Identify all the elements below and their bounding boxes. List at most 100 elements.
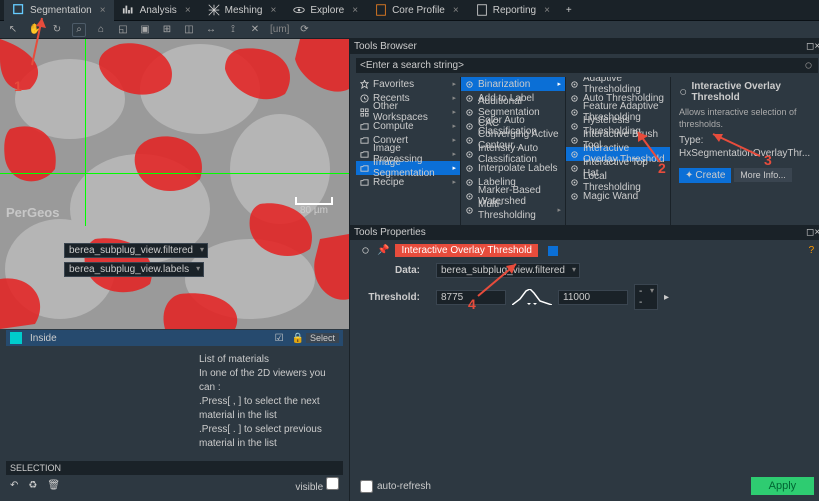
tab-analysis[interactable]: Analysis× <box>114 0 199 21</box>
browser-item[interactable]: Other Workspaces▸ <box>356 105 460 119</box>
gear-icon[interactable] <box>803 60 814 71</box>
browser-item[interactable]: Favorites▸ <box>356 77 460 91</box>
chart-icon <box>122 3 136 17</box>
snap-icon[interactable]: ✕ <box>248 23 262 37</box>
browser-item[interactable]: Multi-Thresholding▸ <box>461 203 565 217</box>
browser-item[interactable]: Intensity Auto Classification <box>461 147 565 161</box>
close-icon[interactable]: × <box>100 5 106 16</box>
gear-icon[interactable] <box>360 245 371 256</box>
data-label: Data: <box>360 265 420 276</box>
refresh-icon[interactable]: ⟳ <box>297 23 311 37</box>
auto-refresh-checkbox[interactable]: auto-refresh <box>360 480 431 493</box>
browser-item[interactable]: Local Thresholding <box>566 175 670 189</box>
item-icon <box>570 150 579 159</box>
trash-icon[interactable]: 🗑 <box>47 480 60 491</box>
color-swatch <box>10 332 22 344</box>
hand-icon[interactable]: ✋ <box>28 23 42 37</box>
close-icon[interactable]: × <box>270 5 276 16</box>
create-button[interactable]: ✦Create <box>679 168 731 183</box>
image-select[interactable]: berea_subplug_view.filtered <box>64 243 208 258</box>
tab-bar: Segmentation× Analysis× Meshing× Explore… <box>0 0 819 21</box>
undo-icon[interactable]: ↶ <box>10 480 18 491</box>
chevron-right-icon[interactable]: ▸ <box>664 292 669 303</box>
close-icon[interactable]: × <box>185 5 191 16</box>
tab-meshing[interactable]: Meshing× <box>199 0 285 21</box>
crosshair-horizontal <box>0 173 349 174</box>
item-icon <box>465 192 474 201</box>
home-icon[interactable]: ⌂ <box>94 23 108 37</box>
output-port[interactable] <box>548 246 558 256</box>
fit-icon[interactable]: ◱ <box>116 23 130 37</box>
tab-explore[interactable]: Explore× <box>284 0 366 21</box>
item-icon <box>360 150 369 159</box>
profile-icon <box>374 3 388 17</box>
item-icon <box>570 80 579 89</box>
threshold-hi-input[interactable] <box>558 290 628 305</box>
data-select[interactable]: berea_subplug_view.filtered <box>436 263 580 278</box>
material-row[interactable]: Inside ☑ 🔒 Select <box>6 330 343 346</box>
dir-icon[interactable]: ↔ <box>204 23 218 37</box>
browser-item[interactable]: Image Segmentation▸ <box>356 161 460 175</box>
rotate-icon[interactable]: ↻ <box>50 23 64 37</box>
visible-label: visible <box>295 482 323 493</box>
close-icon[interactable]: × <box>814 227 819 238</box>
search-input[interactable]: <Enter a search string> <box>356 58 818 73</box>
item-icon <box>360 80 369 89</box>
selection-visible-checkbox[interactable] <box>326 477 339 490</box>
item-icon <box>360 94 369 103</box>
close-icon[interactable]: × <box>544 5 550 16</box>
cube-icon[interactable]: ▣ <box>138 23 152 37</box>
item-icon <box>465 80 474 89</box>
close-icon[interactable]: × <box>352 5 358 16</box>
browser-item[interactable]: Adaptive Thresholding <box>566 77 670 91</box>
item-icon <box>570 164 579 173</box>
segmentation-overlay <box>0 39 349 329</box>
selection-header: SELECTION <box>6 461 343 475</box>
ortho-icon[interactable]: ◫ <box>182 23 196 37</box>
browser-col-1: Favorites▸Recents▸Other Workspaces▸Compu… <box>356 77 461 225</box>
item-icon <box>465 206 474 215</box>
histogram-icon[interactable] <box>512 289 552 305</box>
threshold-mode-select[interactable]: -- <box>634 284 658 310</box>
tab-reporting[interactable]: Reporting× <box>467 0 558 21</box>
point-icon[interactable]: ⟟ <box>226 23 240 37</box>
lock-icon[interactable]: 🔒 <box>292 333 304 344</box>
item-icon <box>465 164 474 173</box>
labelfield-select[interactable]: berea_subplug_view.labels <box>64 262 204 277</box>
item-icon <box>465 136 474 145</box>
apply-button[interactable]: Apply <box>751 477 815 495</box>
cursor-icon[interactable]: ↖ <box>6 23 20 37</box>
item-icon <box>465 94 474 103</box>
unit-label: [um] <box>270 24 289 35</box>
axes-icon[interactable]: ⊞ <box>160 23 174 37</box>
material-name: Inside <box>30 333 255 344</box>
close-icon[interactable]: × <box>814 41 819 52</box>
tab-add[interactable]: + <box>558 0 580 21</box>
item-icon <box>465 150 474 159</box>
close-icon[interactable]: × <box>453 5 459 16</box>
item-icon <box>570 108 579 117</box>
tools-props-title: Tools Properties <box>354 227 426 238</box>
item-icon <box>465 178 474 187</box>
browser-item[interactable]: Interpolate Labels <box>461 161 565 175</box>
item-icon <box>360 122 369 131</box>
tab-coreprofile[interactable]: Core Profile× <box>366 0 467 21</box>
help-icon[interactable]: ? <box>809 245 815 256</box>
module-pill[interactable]: Interactive Overlay Threshold <box>395 244 537 257</box>
browser-item[interactable]: Binarization▸ <box>461 77 565 91</box>
item-icon <box>570 178 579 187</box>
pin-icon[interactable]: 📌 <box>377 245 389 256</box>
item-icon <box>570 136 579 145</box>
threshold-lo-input[interactable] <box>436 290 506 305</box>
tab-segmentation[interactable]: Segmentation× <box>4 0 114 21</box>
more-info-button[interactable]: More Info... <box>734 168 792 182</box>
select-button[interactable]: Select <box>306 333 339 343</box>
viewport[interactable]: 80 µm PerGeos <box>0 39 349 226</box>
item-icon <box>360 136 369 145</box>
zoom-icon[interactable]: ⌕ <box>72 23 86 37</box>
visible-icon[interactable]: ☑ <box>275 333 284 344</box>
gear-icon <box>679 87 687 97</box>
recycle-icon[interactable]: ♻ <box>28 480 37 491</box>
browser-col-3: Adaptive ThresholdingAuto ThresholdingFe… <box>566 77 671 225</box>
browser-col-2: Binarization▸Add to LabelAdditional Segm… <box>461 77 566 225</box>
